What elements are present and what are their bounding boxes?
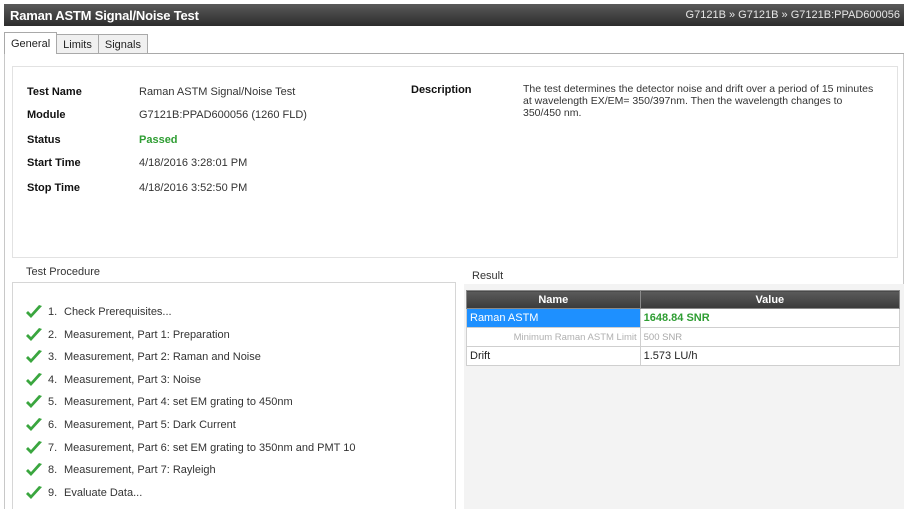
result-table: Name Value Raman ASTM 1648.84 SNR Minimu… [466, 290, 901, 366]
title-bar: Raman ASTM Signal/Noise Test G7121B » G7… [4, 4, 904, 26]
status-row: Status Passed [27, 131, 178, 149]
result-value-cell[interactable]: 1.573 LU/h [639, 346, 901, 366]
checkmark-icon [26, 418, 42, 431]
procedure-step: 8. Measurement, Part 7: Rayleigh [24, 460, 216, 480]
start-time-value: 4/18/2016 3:28:01 PM [139, 157, 248, 169]
checkmark-icon [26, 372, 42, 386]
checkmark-icon [26, 327, 42, 341]
step-label: Evaluate Data... [64, 486, 143, 499]
tab-limits[interactable]: Limits [56, 34, 99, 54]
stop-time-label: Stop Time [27, 182, 80, 194]
step-number: 6. [48, 419, 58, 431]
step-label: Measurement, Part 3: Noise [64, 373, 201, 386]
step-number: 4. [48, 373, 58, 386]
stop-time-row: Stop Time 4/18/2016 3:52:50 PM [27, 179, 247, 197]
test-procedure-title: Test Procedure [26, 266, 100, 278]
checkmark-icon [26, 350, 42, 364]
procedure-step: 2. Measurement, Part 1: Preparation [24, 325, 230, 345]
checkmark-icon [26, 395, 42, 409]
window-title: Raman ASTM Signal/Noise Test [10, 7, 199, 23]
result-name-cell[interactable]: Drift [466, 346, 641, 366]
step-number: 5. [48, 396, 58, 409]
status-value: Passed [139, 134, 178, 146]
module-row: Module G7121B:PPAD600056 (1260 FLD) [27, 106, 307, 124]
step-label: Check Prerequisites... [64, 306, 172, 318]
step-number: 9. [48, 486, 58, 499]
tab-strip: General Limits Signals [4, 32, 148, 54]
step-number: 2. [48, 328, 58, 341]
step-number: 1. [48, 306, 58, 318]
checkmark-icon [26, 463, 42, 477]
result-value-cell[interactable]: 1648.84 SNR [639, 308, 901, 328]
procedure-step: 5. Measurement, Part 4: set EM grating to… [24, 392, 293, 412]
step-label: Measurement, Part 6: set EM grating to 3… [64, 441, 356, 454]
name-column-header[interactable]: Name [466, 290, 641, 309]
result-row[interactable]: Raman ASTM 1648.84 SNR [466, 308, 901, 328]
step-label: Measurement, Part 5: Dark Current [64, 419, 236, 431]
step-label: Measurement, Part 2: Raman and Noise [64, 351, 261, 364]
start-time-row: Start Time 4/18/2016 3:28:01 PM [27, 154, 247, 172]
step-label: Measurement, Part 7: Rayleigh [64, 464, 216, 477]
procedure-step: 1. Check Prerequisites... [24, 302, 172, 322]
step-label: Measurement, Part 4: set EM grating to 4… [64, 396, 293, 409]
description-label: Description [411, 84, 472, 96]
result-value-cell[interactable]: 500 SNR [639, 327, 901, 347]
checkmark-icon [26, 305, 42, 318]
result-row[interactable]: Minimum Raman ASTM Limit 500 SNR [466, 327, 901, 347]
value-column-header[interactable]: Value [639, 290, 901, 309]
start-time-label: Start Time [27, 157, 81, 169]
stop-time-value: 4/18/2016 3:52:50 PM [139, 182, 248, 194]
checkmark-icon [26, 440, 42, 454]
result-title: Result [472, 270, 504, 282]
step-number: 8. [48, 464, 58, 477]
procedure-step: 4. Measurement, Part 3: Noise [24, 370, 201, 390]
tab-general[interactable]: General [4, 32, 58, 54]
instrument-path: G7121B » G7121B » G7121B:PPAD600056 [685, 9, 900, 21]
step-label: Measurement, Part 1: Preparation [64, 328, 230, 341]
module-label: Module [27, 109, 66, 121]
description-text: The test determines the detector noise a… [523, 83, 874, 119]
test-info-box: Test Name Raman ASTM Signal/Noise Test M… [12, 66, 898, 258]
test-name-row: Test Name Raman ASTM Signal/Noise Test [27, 83, 295, 101]
result-name-cell[interactable]: Minimum Raman ASTM Limit [466, 327, 641, 347]
procedure-step: 9. Evaluate Data... [24, 483, 142, 503]
status-label: Status [27, 134, 61, 146]
test-name-label: Test Name [27, 86, 82, 98]
result-row[interactable]: Drift 1.573 LU/h [466, 346, 901, 366]
test-name-value: Raman ASTM Signal/Noise Test [139, 86, 296, 98]
procedure-step: 7. Measurement, Part 6: set EM grating to… [24, 438, 355, 458]
procedure-step: 6. Measurement, Part 5: Dark Current [24, 415, 236, 435]
procedure-step: 3. Measurement, Part 2: Raman and Noise [24, 347, 261, 367]
step-number: 7. [48, 441, 58, 454]
tab-signals[interactable]: Signals [97, 34, 148, 54]
result-header-row: Name Value [466, 290, 901, 309]
checkmark-icon [26, 485, 42, 499]
module-value: G7121B:PPAD600056 (1260 FLD) [139, 109, 307, 121]
result-name-cell[interactable]: Raman ASTM [466, 308, 641, 328]
step-number: 3. [48, 351, 58, 364]
